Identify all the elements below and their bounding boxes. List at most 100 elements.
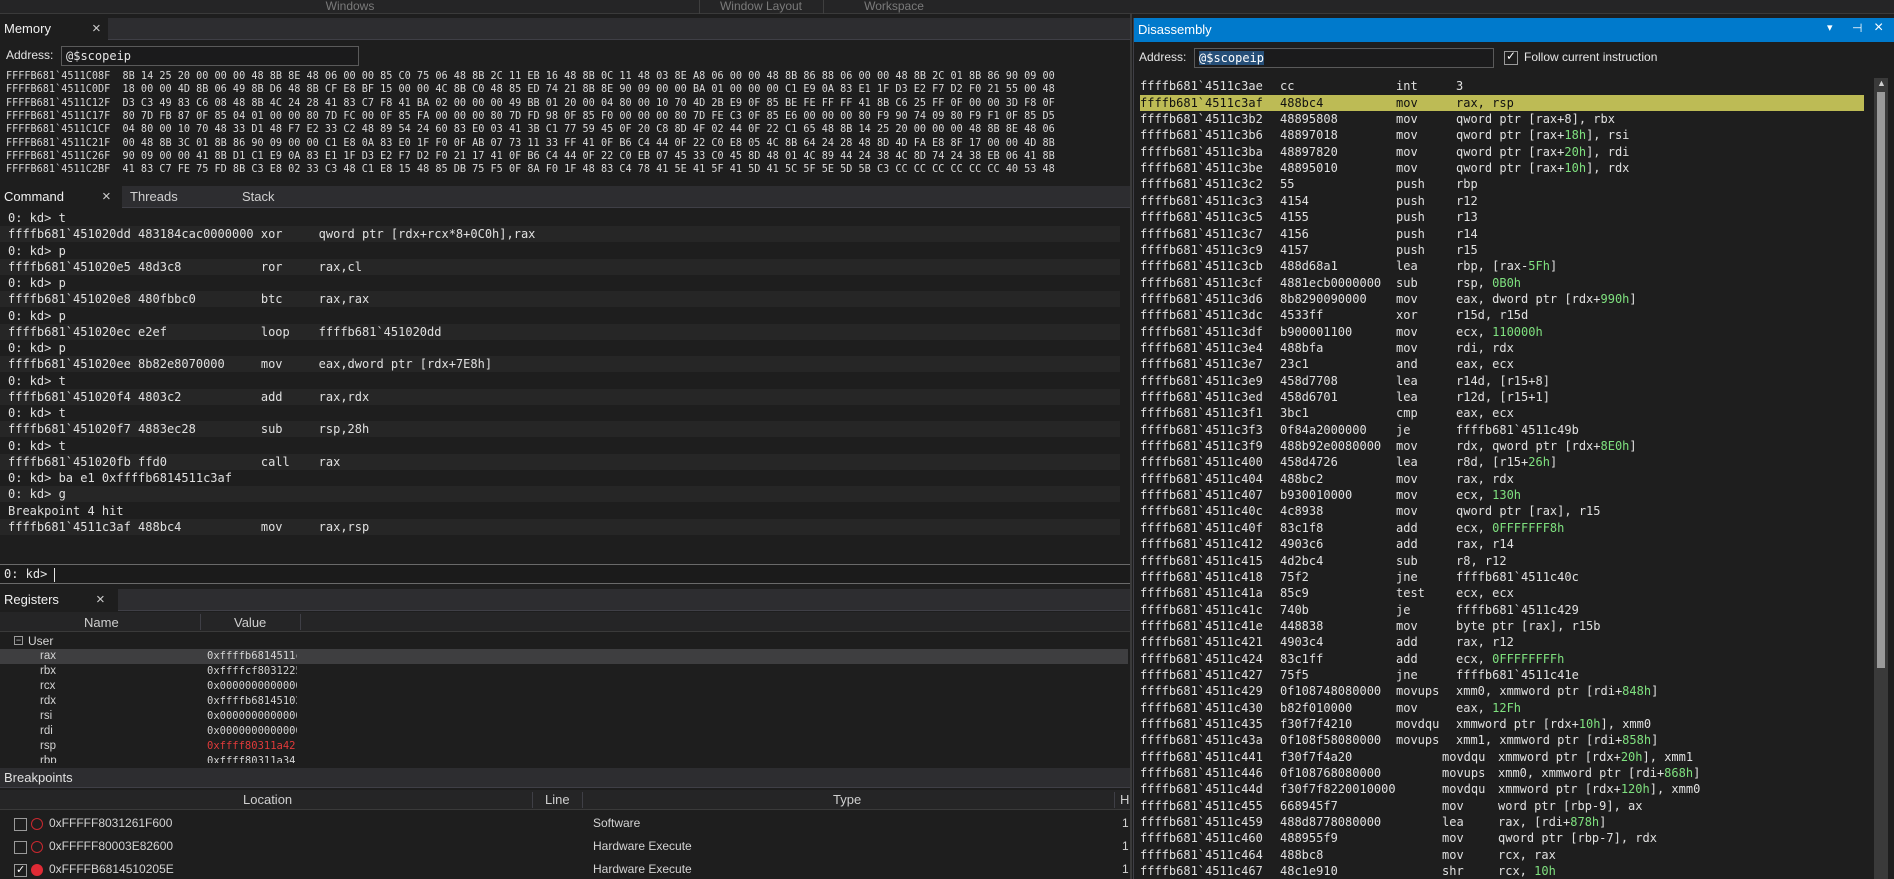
instruction-row[interactable]: ffffb681`4511c3c9 4157 push r15 [1140, 242, 1864, 258]
column-header-line[interactable]: Line [545, 792, 570, 807]
register-row[interactable]: rax 0xffffb6814511c3af [0, 649, 1128, 664]
instruction-row[interactable]: ffffb681`4511c41c 740b je ffffb681`4511c429 [1140, 602, 1864, 618]
register-value[interactable]: 0x0000000000000000 [207, 709, 297, 724]
instruction-row[interactable]: ffffb681`4511c3ed 458d6701 lea r12d, [r15+1… [1140, 389, 1864, 405]
register-value[interactable]: 0xffffb6814511c3af [207, 649, 297, 664]
instruction-row[interactable]: ffffb681`4511c41e 448838 mov byte ptr [rax]… [1140, 618, 1864, 634]
current-instruction-row[interactable]: ffffb681`4511c3af 488bc4 mov rax, rsp [1140, 94, 1864, 111]
instruction-row[interactable]: ffffb681`4511c407 b930010000 mov ecx, 130h [1140, 487, 1864, 503]
instruction-row[interactable]: ffffb681`4511c412 4903c6 add rax, r14 [1140, 536, 1864, 552]
follow-checkbox[interactable]: ✓ [1504, 49, 1518, 65]
instruction-row[interactable]: ffffb681`4511c404 488bc2 mov rax, rdx [1140, 471, 1864, 487]
pane-splitter[interactable] [1130, 14, 1132, 879]
instruction-row[interactable]: ffffb681`4511c429 0f108748080000 movups xmm… [1140, 683, 1864, 699]
breakpoint-row[interactable]: 0xFFFFB6814510205E Hardware Execute 1 [0, 858, 1129, 879]
register-row[interactable]: rdi 0x0000000000000000 [0, 724, 1128, 739]
instruction-row[interactable]: ffffb681`4511c435 f30f7f4210 movdqu xmmword… [1140, 716, 1864, 732]
close-icon[interactable]: × [102, 186, 111, 208]
instruction-row[interactable]: ffffb681`4511c427 75f5 jne ffffb681`4511c41… [1140, 667, 1864, 683]
instruction-row[interactable]: ffffb681`4511c3e4 488bfa mov rdi, rdx [1140, 340, 1864, 356]
memory-line[interactable]: FFFFB681`4511C17F 80 7D FB 87 0F 85 04 0… [6, 110, 1055, 123]
scrollbar-thumb[interactable] [1877, 92, 1885, 668]
disassembly-scrollbar[interactable]: ▲ [1874, 78, 1888, 879]
instruction-row[interactable]: ffffb681`4511c3b2 48895808 mov qword ptr [r… [1140, 111, 1864, 127]
memory-line[interactable]: FFFFB681`4511C2BF 41 83 C7 FE 75 FD 8B C… [6, 163, 1055, 176]
instruction-row[interactable]: ffffb681`4511c40f 83c1f8 add ecx, 0FFFFFFF8… [1140, 520, 1864, 536]
command-input-row[interactable]: 0: kd> [0, 564, 1130, 584]
instruction-row[interactable]: ffffb681`4511c3c7 4156 push r14 [1140, 226, 1864, 242]
disassembly-address-input[interactable]: @$scopeip [1194, 48, 1494, 68]
memory-line[interactable]: FFFFB681`4511C1CF 04 80 00 10 70 48 33 D… [6, 123, 1055, 136]
instruction-row[interactable]: ffffb681`4511c3b6 48897018 mov qword ptr [r… [1140, 127, 1864, 143]
tab-memory[interactable]: Memory × [0, 18, 108, 40]
instruction-row[interactable]: ffffb681`4511c400 458d4726 lea r8d, [r15+26… [1140, 454, 1864, 470]
instruction-row[interactable]: ffffb681`4511c441 f30f7f4a20 movdqu xmmword… [1140, 749, 1864, 765]
instruction-row[interactable]: ffffb681`4511c41a 85c9 test ecx, ecx [1140, 585, 1864, 601]
memory-line[interactable]: FFFFB681`4511C21F 00 48 8B 3C 01 8B 86 9… [6, 137, 1055, 150]
instruction-row[interactable]: ffffb681`4511c3f1 3bc1 cmp eax, ecx [1140, 405, 1864, 421]
instruction-row[interactable]: ffffb681`4511c3d6 8b8290090000 mov eax, dwo… [1140, 291, 1864, 307]
instruction-row[interactable]: ffffb681`4511c3c3 4154 push r12 [1140, 193, 1864, 209]
column-header-name[interactable]: Name [84, 613, 119, 632]
instruction-row[interactable]: ffffb681`4511c3dc 4533ff xor r15d, r15d [1140, 307, 1864, 323]
close-icon[interactable]: × [92, 18, 101, 40]
register-value[interactable]: 0x0000000000000000 [207, 679, 297, 694]
instruction-row[interactable]: ffffb681`4511c3f3 0f84a2000000 je ffffb681`… [1140, 422, 1864, 438]
register-row[interactable]: rbx 0xffffcf8031225f00 [0, 664, 1128, 679]
column-header-value[interactable]: Value [234, 613, 266, 632]
breakpoint-row[interactable]: 0xFFFFF8031261F600 Software 1 [0, 812, 1129, 835]
tab-stack[interactable]: Stack [238, 186, 298, 208]
register-row[interactable]: rsp 0xffff80311a42 [0, 739, 1128, 754]
instruction-row[interactable]: ffffb681`4511c3ba 48897820 mov qword ptr [r… [1140, 144, 1864, 160]
register-row[interactable]: rbp 0xffff80311a34 [0, 754, 1128, 763]
register-value[interactable]: 0xffff80311a34 [207, 754, 297, 763]
tab-threads[interactable]: Threads [126, 186, 196, 208]
ribbon-group-window-layout[interactable]: Window Layout [700, 0, 822, 14]
column-header-hits[interactable]: H [1120, 792, 1129, 807]
instruction-row[interactable]: ffffb681`4511c3be 48895010 mov qword ptr [r… [1140, 160, 1864, 176]
instruction-row[interactable]: ffffb681`4511c415 4d2bc4 sub r8, r12 [1140, 553, 1864, 569]
instruction-row[interactable]: ffffb681`4511c3cf 4881ecb0000000 sub rsp, 0… [1140, 275, 1864, 291]
instruction-row[interactable]: ffffb681`4511c430 b82f010000 mov eax, 12Fh [1140, 700, 1864, 716]
memory-line[interactable]: FFFFB681`4511C26F 90 09 00 00 41 8B D1 C… [6, 150, 1055, 163]
pin-icon[interactable]: ⊣ [1852, 21, 1862, 35]
memory-address-input[interactable]: @$scopeip [61, 46, 359, 66]
memory-line[interactable]: FFFFB681`4511C08F 8B 14 25 20 00 00 00 4… [6, 70, 1055, 83]
tab-command[interactable]: Command × [0, 186, 122, 208]
instruction-row[interactable]: ffffb681`4511c40c 4c8938 mov qword ptr [rax… [1140, 503, 1864, 519]
register-value[interactable]: 0xffffb68145102000 [207, 694, 297, 709]
register-value[interactable]: 0x0000000000000000 [207, 724, 297, 739]
breakpoint-enable-checkbox[interactable] [14, 859, 27, 879]
instruction-row[interactable]: ffffb681`4511c3e9 458d7708 lea r14d, [r15+8… [1140, 373, 1864, 389]
breakpoint-enable-checkbox[interactable] [14, 818, 27, 831]
column-header-type[interactable]: Type [833, 792, 861, 807]
instruction-row[interactable]: ffffb681`4511c459 488d8778080000 lea rax, [… [1140, 814, 1864, 830]
ribbon-group-workspace[interactable]: Workspace [824, 0, 964, 14]
instruction-row[interactable]: ffffb681`4511c460 488955f9 mov qword ptr [r… [1140, 830, 1864, 846]
close-icon[interactable]: × [96, 589, 105, 611]
register-row[interactable]: rdx 0xffffb68145102000 [0, 694, 1128, 709]
register-group-row[interactable]: − User [0, 633, 1130, 649]
instruction-row[interactable]: ffffb681`4511c3c2 55 push rbp [1140, 176, 1864, 192]
breakpoint-row[interactable]: 0xFFFFF80003E82600 Hardware Execute 1 [0, 835, 1129, 858]
instruction-row[interactable]: ffffb681`4511c3c5 4155 push r13 [1140, 209, 1864, 225]
instruction-row[interactable]: ffffb681`4511c3e7 23c1 and eax, ecx [1140, 356, 1864, 372]
instruction-row[interactable]: ffffb681`4511c455 668945f7 mov word ptr [rb… [1140, 798, 1864, 814]
register-row[interactable]: rcx 0x0000000000000000 [0, 679, 1128, 694]
ribbon-group-windows[interactable]: Windows [300, 0, 400, 14]
instruction-row[interactable]: ffffb681`4511c43a 0f108f58080000 movups xmm… [1140, 732, 1864, 748]
register-value[interactable]: 0xffff80311a42 [207, 739, 297, 754]
instruction-row[interactable]: ffffb681`4511c421 4903c4 add rax, r12 [1140, 634, 1864, 650]
instruction-row[interactable]: ffffb681`4511c3df b900001100 mov ecx, 11000… [1140, 324, 1864, 340]
breakpoint-enable-checkbox[interactable] [14, 841, 27, 854]
instruction-row[interactable]: ffffb681`4511c3f9 488b92e0080000 mov rdx, q… [1140, 438, 1864, 454]
instruction-row[interactable]: ffffb681`4511c418 75f2 jne ffffb681`4511c40… [1140, 569, 1864, 585]
tab-registers[interactable]: Registers × [0, 589, 118, 611]
instruction-row[interactable]: ffffb681`4511c424 83c1ff add ecx, 0FFFFFFFF… [1140, 651, 1864, 667]
instruction-row[interactable]: ffffb681`4511c44d f30f7f8220010000 movdqu x… [1140, 781, 1864, 797]
memory-line[interactable]: FFFFB681`4511C12F D3 C3 49 83 C6 08 48 8… [6, 97, 1055, 110]
register-value[interactable]: 0xffffcf8031225f00 [207, 664, 297, 679]
instruction-row[interactable]: ffffb681`4511c446 0f108768080000 movups xmm… [1140, 765, 1864, 781]
dropdown-icon[interactable]: ▾ [1827, 21, 1833, 34]
column-header-location[interactable]: Location [243, 792, 292, 807]
